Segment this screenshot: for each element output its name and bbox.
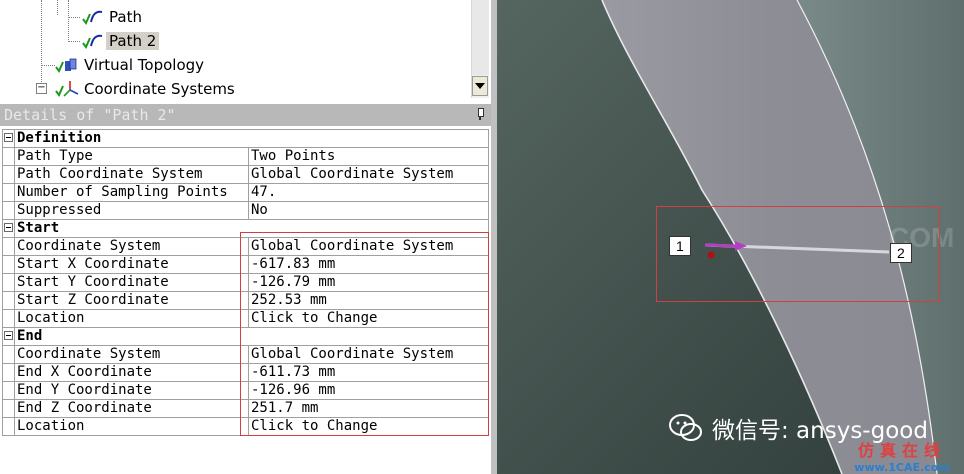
tree-item-label: Coordinate Systems: [84, 80, 235, 98]
property-label: Start Z Coordinate: [14, 291, 249, 310]
property-label: End Z Coordinate: [14, 399, 249, 418]
property-row[interactable]: Path Coordinate System Global Coordinate…: [2, 165, 489, 184]
path-icon: [80, 32, 104, 50]
details-title-text: Details of "Path 2": [4, 106, 176, 124]
property-label: Path Type: [14, 147, 249, 166]
property-label: Location: [14, 309, 249, 328]
pin-icon[interactable]: [475, 108, 485, 120]
property-label: Number of Sampling Points: [14, 183, 249, 202]
tree-item-label: Virtual Topology: [84, 56, 205, 74]
collapse-icon[interactable]: [4, 223, 13, 232]
virtual-topology-icon: [55, 56, 79, 74]
collapse-icon[interactable]: −: [36, 83, 47, 94]
tree-item-label: Path 2: [106, 32, 160, 50]
highlight-box-values: [240, 232, 489, 436]
property-label: End X Coordinate: [14, 363, 249, 382]
tree-line: [41, 0, 42, 90]
property-label: Location: [14, 417, 249, 436]
property-row[interactable]: Path Type Two Points: [2, 147, 489, 166]
property-value[interactable]: 47.: [248, 183, 489, 202]
property-label: Coordinate System: [14, 345, 249, 364]
group-name: Definition: [14, 129, 249, 148]
brand-logo: 仿真在线 www.1CAE.com: [844, 437, 960, 474]
property-label: Start X Coordinate: [14, 255, 249, 274]
tree-item-path[interactable]: Path: [80, 6, 145, 28]
property-label: Coordinate System: [14, 237, 249, 256]
highlight-box-path: [656, 206, 940, 302]
property-label: Start Y Coordinate: [14, 273, 249, 292]
details-panel-title: Details of "Path 2": [0, 104, 491, 126]
group-name: Start: [14, 219, 249, 238]
collapse-icon[interactable]: [4, 331, 13, 340]
group-header-definition[interactable]: Definition: [2, 129, 489, 148]
property-label: End Y Coordinate: [14, 381, 249, 400]
left-panel: Path Path 2 Virtual Topology − Coordinat…: [0, 0, 491, 474]
property-row[interactable]: Suppressed No: [2, 201, 489, 220]
tree-line: [68, 41, 80, 42]
property-label: Suppressed: [14, 201, 249, 220]
tree-line: [41, 65, 55, 66]
path-icon: [80, 8, 104, 26]
brand-cn-text: 仿真在线: [857, 441, 946, 460]
property-label: Path Coordinate System: [14, 165, 249, 184]
scrollbar-track[interactable]: [472, 0, 489, 75]
outline-tree: Path Path 2 Virtual Topology − Coordinat…: [0, 0, 491, 100]
property-value[interactable]: Two Points: [248, 147, 489, 166]
wechat-icon: [669, 414, 702, 441]
property-value[interactable]: Global Coordinate System: [248, 165, 489, 184]
tree-scrollbar[interactable]: [471, 0, 489, 98]
scroll-down-icon[interactable]: [472, 76, 488, 96]
tree-item-coordinate-systems[interactable]: Coordinate Systems: [55, 78, 238, 100]
coordinate-systems-icon: [55, 80, 79, 98]
tree-line: [57, 0, 58, 15]
tree-line: [68, 17, 80, 18]
property-value[interactable]: No: [248, 201, 489, 220]
brand-url-text: www.1CAE.com: [854, 461, 950, 474]
tree-item-label: Path: [109, 8, 142, 26]
property-row[interactable]: Number of Sampling Points 47.: [2, 183, 489, 202]
tree-item-path-2[interactable]: Path 2: [80, 30, 160, 52]
tree-line: [68, 0, 69, 42]
collapse-icon[interactable]: [4, 133, 13, 142]
group-name: End: [14, 327, 249, 346]
tree-item-virtual-topology[interactable]: Virtual Topology: [55, 54, 207, 76]
